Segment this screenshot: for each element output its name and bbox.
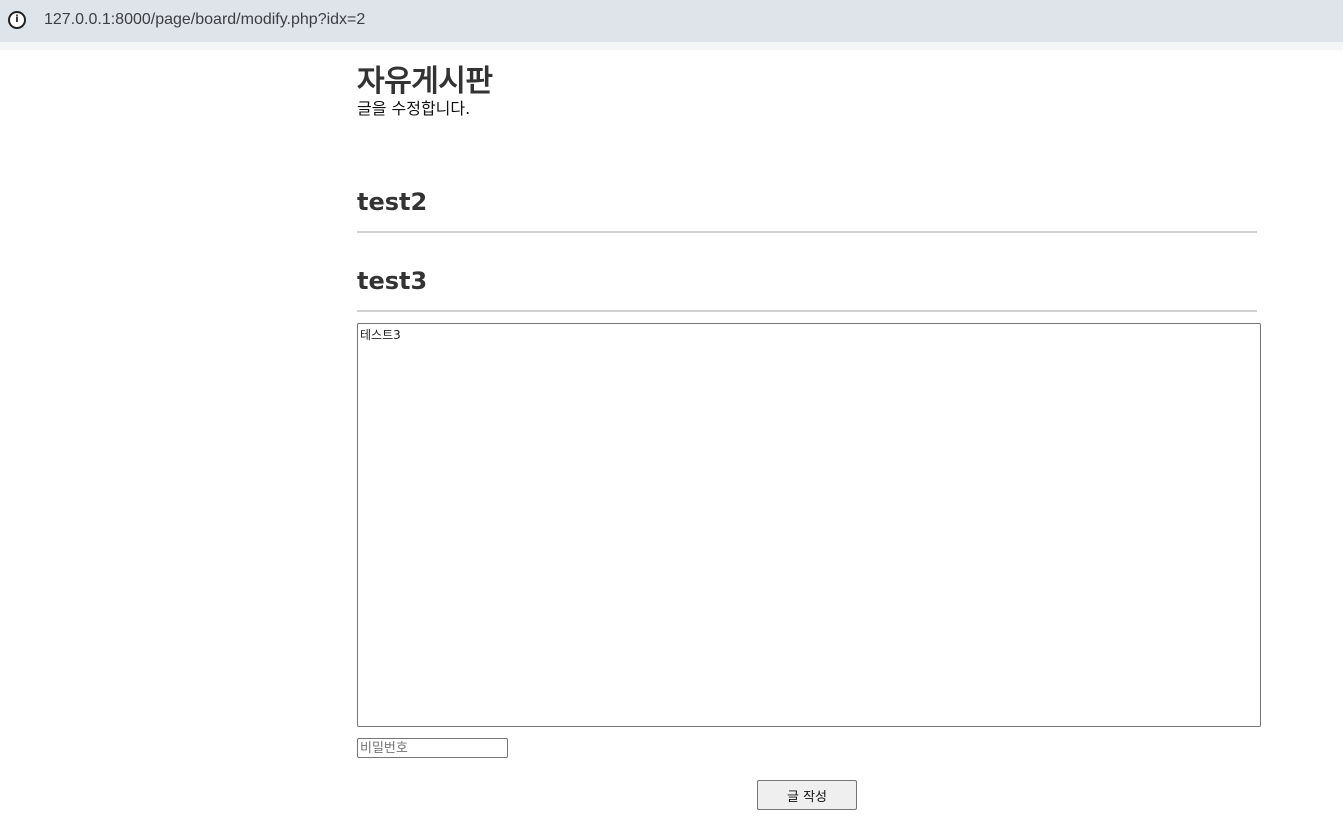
subtitle-divider	[357, 310, 1257, 312]
url-text[interactable]: 127.0.0.1:8000/page/board/modify.php?idx…	[44, 11, 365, 29]
board-title: 자유게시판	[357, 64, 493, 99]
post-body-textarea[interactable]: 테스트3	[357, 323, 1261, 727]
password-input[interactable]	[357, 738, 508, 758]
submit-button[interactable]: 글 작성	[757, 780, 857, 810]
site-info-icon[interactable]: i	[8, 11, 26, 29]
browser-address-bar[interactable]: i 127.0.0.1:8000/page/board/modify.php?i…	[0, 0, 1343, 50]
title-divider	[357, 231, 1257, 233]
post-title: test2	[357, 188, 428, 216]
board-subtitle: 글을 수정합니다.	[357, 99, 471, 118]
post-subtitle: test3	[357, 267, 428, 295]
